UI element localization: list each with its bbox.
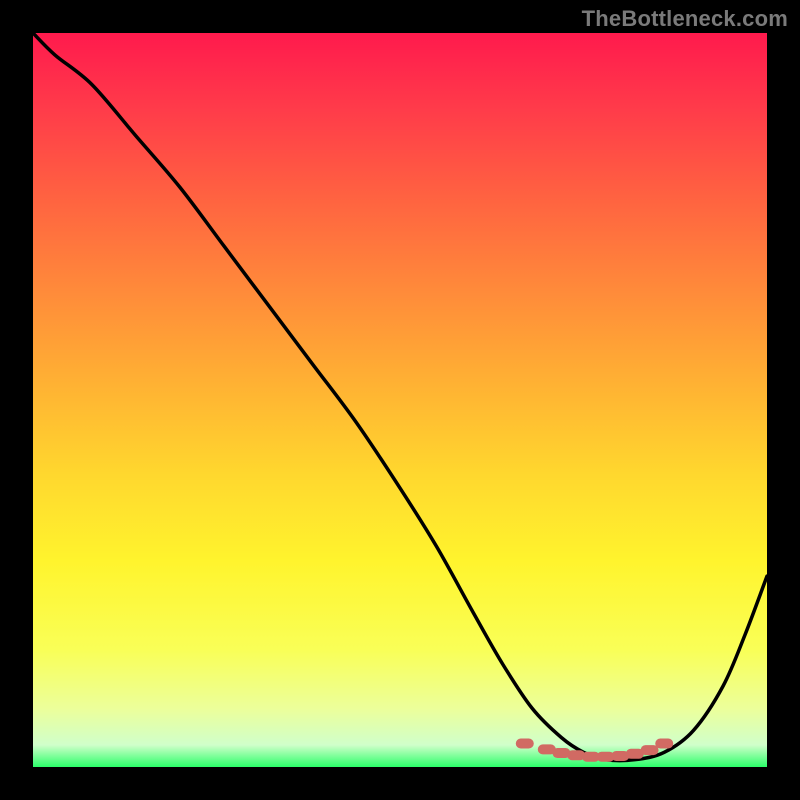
optimal-marker: [611, 751, 629, 761]
watermark-text: TheBottleneck.com: [582, 6, 788, 32]
chart-plot-area: [33, 33, 767, 767]
optimal-marker: [655, 739, 673, 749]
optimal-marker: [582, 752, 600, 762]
optimal-marker: [641, 745, 659, 755]
optimal-range-markers: [516, 739, 673, 762]
chart-svg: [33, 33, 767, 767]
bottleneck-curve: [33, 33, 767, 761]
optimal-marker: [516, 739, 534, 749]
chart-frame: TheBottleneck.com: [0, 0, 800, 800]
optimal-marker: [597, 752, 615, 762]
optimal-marker: [552, 748, 570, 758]
optimal-marker: [538, 744, 556, 754]
optimal-marker: [567, 750, 585, 760]
optimal-marker: [626, 749, 644, 759]
